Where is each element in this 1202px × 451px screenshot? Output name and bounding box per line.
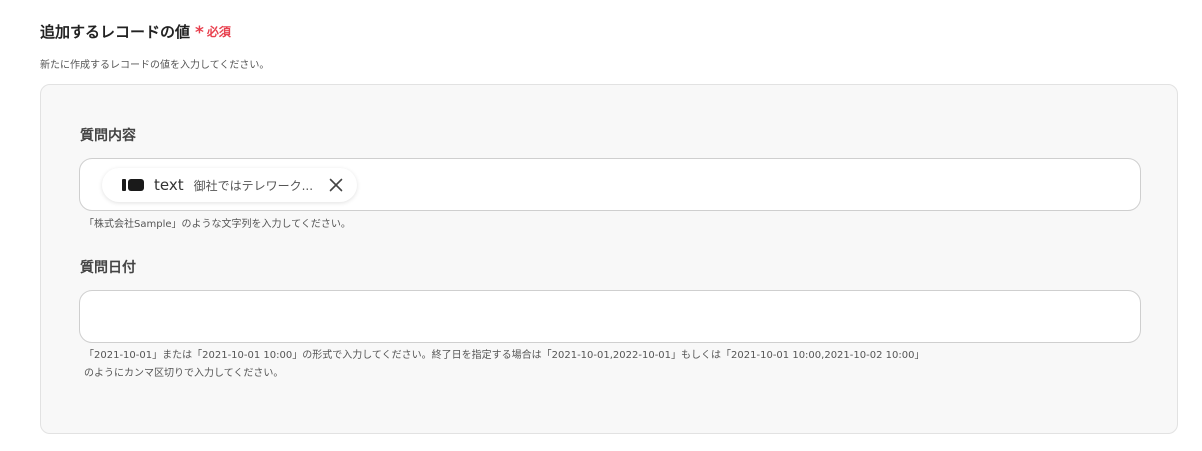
chip-value-preview: 御社ではテレワーク... xyxy=(193,178,314,193)
section-description: 新たに作成するレコードの値を入力してください。 xyxy=(40,60,270,71)
required-asterisk: * xyxy=(195,23,204,43)
question-date-hint-line1: 「2021-10-01」または「2021-10-01 10:00」の形式で入力し… xyxy=(84,350,925,361)
section-title-text: 追加するレコードの値 xyxy=(40,22,191,41)
section-title: 追加するレコードの値 * 必須 xyxy=(40,20,231,44)
close-icon[interactable] xyxy=(329,178,343,192)
field-label-question-content: 質問内容 xyxy=(80,128,136,144)
question-date-hint: 「2021-10-01」または「2021-10-01 10:00」の形式で入力し… xyxy=(84,347,924,383)
chip-type-label: text xyxy=(154,176,184,194)
question-date-hint-line2: のようにカンマ区切りで入力してください。 xyxy=(84,368,284,379)
values-panel: 質問内容 text 御社ではテレワーク... 「株式会社Sample」のような文… xyxy=(40,84,1178,434)
question-content-input[interactable]: text 御社ではテレワーク... xyxy=(79,158,1141,211)
block-icon xyxy=(122,178,144,192)
required-label: 必須 xyxy=(206,24,231,39)
variable-chip[interactable]: text 御社ではテレワーク... xyxy=(102,168,358,202)
field-label-question-date: 質問日付 xyxy=(80,260,136,276)
question-content-hint: 「株式会社Sample」のような文字列を入力してください。 xyxy=(84,219,351,230)
question-date-input[interactable] xyxy=(79,290,1141,343)
